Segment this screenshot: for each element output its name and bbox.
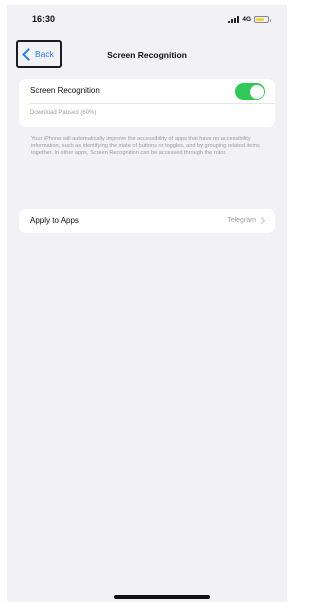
apply-to-apps-row[interactable]: Apply to Apps Telegram	[19, 209, 275, 233]
chevron-right-icon	[257, 216, 266, 225]
download-status: Download Paused (60%)	[30, 110, 97, 116]
cellular-signal-icon	[228, 15, 240, 23]
navigation-bar: Back Screen Recognition	[7, 38, 287, 72]
screen-recognition-label: Screen Recognition	[30, 86, 100, 95]
toggle-knob	[249, 84, 264, 99]
settings-screen: 16:30 4G Back Screen Recognition Screen …	[7, 5, 287, 602]
battery-fill	[256, 17, 264, 21]
screen-recognition-toggle[interactable]	[235, 83, 265, 100]
screen-recognition-row: Screen Recognition	[19, 79, 275, 103]
status-bar: 16:30 4G	[7, 5, 287, 31]
home-indicator[interactable]	[114, 595, 210, 599]
apply-to-apps-value: Telegram	[227, 217, 256, 224]
apply-to-apps-group: Apply to Apps Telegram	[19, 209, 275, 233]
network-type: 4G	[242, 15, 251, 23]
battery-icon	[254, 15, 271, 23]
status-time: 16:30	[32, 14, 56, 24]
apply-to-apps-label: Apply to Apps	[30, 216, 79, 225]
screen-recognition-description: Your iPhone will automatically improve t…	[31, 136, 260, 157]
screen-recognition-group: Screen Recognition Download Paused (60%)	[19, 79, 275, 127]
page-title: Screen Recognition	[107, 50, 187, 60]
status-indicators: 4G	[228, 14, 271, 24]
divider	[30, 103, 275, 104]
